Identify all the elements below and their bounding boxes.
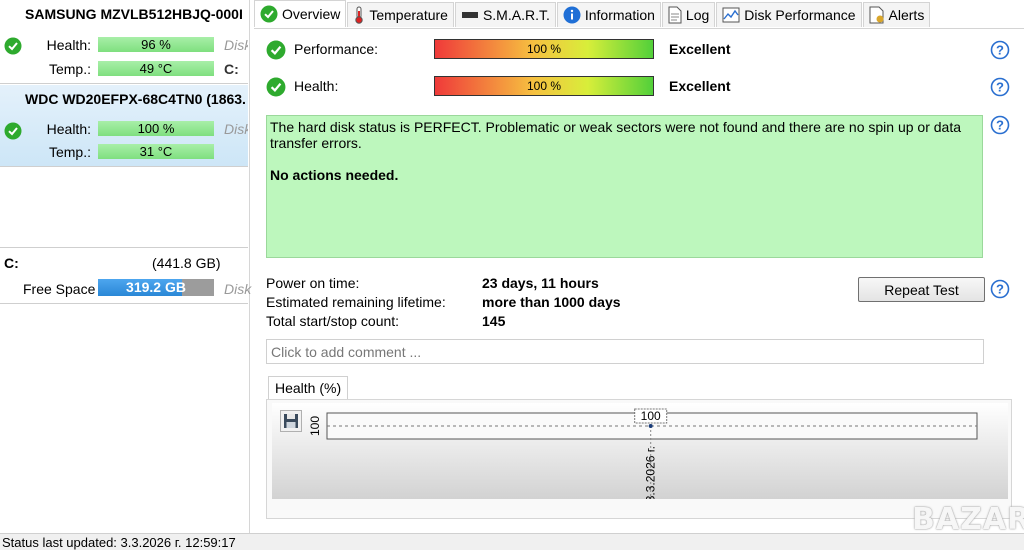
performance-verdict: Excellent [669, 41, 731, 57]
performance-bar: 100 % [434, 39, 654, 59]
disk-side-label: Disk [224, 37, 248, 53]
health-row: Health: 100 % Excellent [266, 75, 1006, 99]
help-icon[interactable]: ? [990, 40, 1010, 63]
tab-label: Overview [282, 6, 341, 22]
volume-card-c[interactable]: C: (441.8 GB) Free Space 319.2 GB Disk [0, 247, 252, 304]
disk-side-label: Disk [224, 281, 252, 297]
bazar-watermark: BAZAR [912, 502, 1024, 537]
smart-bar-icon [461, 12, 478, 18]
start-stop-label: Total start/stop count: [266, 313, 400, 329]
disk-card-wdc[interactable]: WDC WD20EFPX-68C4TN0 (1863. Health: 100 … [0, 85, 248, 167]
health-chart: 100 100 3.3.2026 г. [308, 408, 978, 499]
tab-label: S.M.A.R.T. [482, 7, 550, 23]
comment-input[interactable] [266, 339, 984, 364]
tab-label: Disk Performance [744, 7, 856, 23]
health-chart-panel: 100 100 3.3.2026 г. [266, 399, 1012, 519]
tab-alerts[interactable]: Alerts [862, 2, 931, 27]
action-message: No actions needed. [270, 167, 399, 183]
performance-row: Performance: 100 % Excellent [266, 38, 1006, 62]
health-bar: 100 % [434, 76, 654, 96]
check-circle-icon [266, 77, 286, 100]
volume-side-label: C: [224, 61, 239, 77]
document-icon [668, 6, 682, 24]
lifetime-value: more than 1000 days [482, 294, 621, 310]
x-tick-label: 3.3.2026 г. [644, 446, 658, 499]
check-circle-icon [266, 40, 286, 63]
temp-bar: 49 °C [98, 61, 214, 76]
power-on-value: 23 days, 11 hours [482, 275, 599, 291]
tab-health-chart[interactable]: Health (%) [268, 376, 349, 401]
thermometer-icon [355, 6, 364, 24]
overview-panel: Performance: 100 % Excellent ? Health: 1… [254, 28, 1024, 534]
power-on-label: Power on time: [266, 275, 360, 291]
svg-text:?: ? [996, 80, 1004, 95]
volume-size: (441.8 GB) [152, 255, 221, 271]
tab-temperature[interactable]: Temperature [347, 2, 454, 27]
disk-card-samsung[interactable]: SAMSUNG MZVLB512HBJQ-000I Health: 96 % D… [0, 0, 248, 84]
info-icon [563, 6, 581, 24]
health-bar: 100 % [98, 121, 214, 136]
data-point [648, 424, 653, 428]
free-space-bar: 319.2 GB [98, 279, 214, 296]
health-label: Health: [46, 121, 91, 137]
svg-text:?: ? [996, 118, 1004, 133]
help-icon[interactable]: ? [990, 77, 1010, 100]
disk-name: SAMSUNG MZVLB512HBJQ-000I [25, 6, 243, 22]
volume-letter: C: [4, 255, 19, 271]
free-space-label: Free Space [23, 281, 96, 297]
tab-bar: Overview Temperature S.M.A.R.T. Informat… [254, 0, 931, 28]
tab-label: Temperature [369, 7, 448, 23]
temp-label: Temp.: [48, 144, 91, 160]
repeat-test-button[interactable]: Repeat Test [858, 277, 985, 302]
status-bar: Status last updated: 3.3.2026 г. 12:59:1… [0, 533, 1024, 550]
tab-log[interactable]: Log [661, 2, 716, 27]
tab-disk-performance[interactable]: Disk Performance [716, 2, 862, 27]
help-icon[interactable]: ? [990, 279, 1010, 302]
health-label: Health: [46, 37, 91, 53]
tab-smart[interactable]: S.M.A.R.T. [454, 2, 556, 27]
tab-label: Log [685, 7, 710, 23]
status-message-box: The hard disk status is PERFECT. Problem… [266, 115, 983, 258]
help-icon[interactable]: ? [990, 115, 1010, 138]
y-tick-label: 100 [308, 416, 322, 436]
check-circle-icon [260, 5, 278, 23]
status-message: The hard disk status is PERFECT. Problem… [270, 119, 962, 151]
disk-name: WDC WD20EFPX-68C4TN0 (1863. [25, 91, 246, 107]
tab-overview[interactable]: Overview [254, 0, 347, 27]
alerts-icon [869, 6, 884, 24]
health-chart-area: 100 100 3.3.2026 г. [272, 403, 1008, 499]
tab-label: Alerts [888, 7, 925, 23]
health-verdict: Excellent [669, 78, 731, 94]
disk-side-label: Disk [224, 121, 248, 137]
svg-text:?: ? [996, 282, 1004, 297]
health-label: Health: [294, 78, 339, 94]
lifetime-label: Estimated remaining lifetime: [266, 294, 446, 310]
svg-text:?: ? [996, 43, 1004, 58]
temp-label: Temp.: [48, 61, 91, 77]
temp-bar: 31 °C [98, 144, 214, 159]
disk-list-pane: SAMSUNG MZVLB512HBJQ-000I Health: 96 % D… [0, 0, 252, 533]
free-space-value: 319.2 GB [126, 279, 186, 295]
chart-icon [722, 7, 740, 23]
tab-information[interactable]: Information [556, 2, 661, 27]
tab-label: Information [584, 7, 655, 23]
data-label: 100 [641, 409, 661, 423]
health-bar: 96 % [98, 37, 214, 52]
start-stop-value: 145 [482, 313, 506, 329]
performance-label: Performance: [294, 41, 379, 57]
